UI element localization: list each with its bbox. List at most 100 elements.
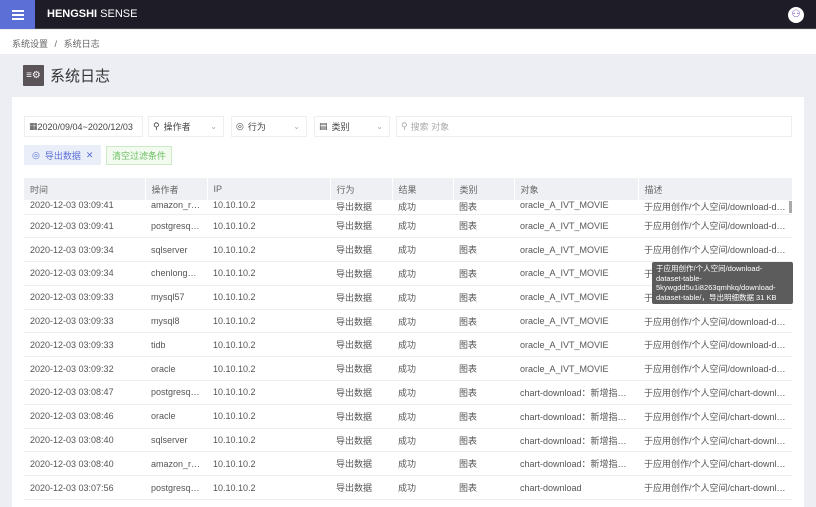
table-cell: 成功 bbox=[392, 285, 453, 310]
brand-logo: HENGSHI SENSE bbox=[47, 8, 138, 20]
action-icon: ◎ bbox=[236, 121, 244, 131]
chevron-down-icon: ⌄ bbox=[293, 122, 300, 131]
operator-select[interactable]: ⚲ 操作者 ⌄ bbox=[148, 116, 224, 137]
table-cell: 于应用创作/个人空间/download-data... bbox=[638, 214, 792, 239]
table-cell: 导出数据 bbox=[330, 404, 392, 429]
table-cell: oracle_A_IVT_MOVIE bbox=[514, 214, 638, 239]
table-cell: 10.10.10.2 bbox=[207, 237, 330, 263]
table-row[interactable]: 2020-12-03 03:08:47 postgresql10 10.10.10.… bbox=[24, 380, 792, 405]
chevron-down-icon: ⌄ bbox=[376, 122, 383, 131]
table-cell: 10.10.10.2 bbox=[207, 332, 330, 358]
table-cell: 于应用创作/个人空间/chart-download... bbox=[638, 404, 792, 429]
table-cell: 图表 bbox=[453, 451, 514, 477]
table-cell: postgresql10 bbox=[145, 380, 207, 405]
table-cell: 于应用创作/个人空间/download-data... bbox=[638, 332, 792, 358]
search-input[interactable]: ⚲ 搜索 对象 bbox=[396, 116, 792, 137]
table-row[interactable]: 2020-12-03 03:09:41 postgresql10 10.10.10.… bbox=[24, 214, 792, 239]
table-cell: 导出数据 bbox=[330, 261, 392, 286]
table-cell: 成功 bbox=[392, 404, 453, 429]
column-header[interactable]: 类别 bbox=[453, 178, 515, 200]
table-cell: 导出数据 bbox=[330, 380, 392, 405]
table-cell: chart-download：新增指标... bbox=[514, 380, 638, 405]
scrollbar[interactable] bbox=[789, 201, 792, 213]
column-header[interactable]: 操作者 bbox=[145, 178, 208, 200]
table-cell: chart-download：新增指标... bbox=[514, 428, 638, 453]
category-select[interactable]: ▤ 类别 ⌄ bbox=[314, 116, 390, 137]
table-cell: 图表 bbox=[453, 309, 514, 334]
search-icon: ⚲ bbox=[401, 121, 408, 131]
table-cell: 导出数据 bbox=[330, 451, 392, 477]
table-cell: 成功 bbox=[392, 380, 453, 405]
clear-filters-button[interactable]: 清空过滤条件 bbox=[106, 146, 173, 165]
table-cell: oracle_A_IVT_MOVIE bbox=[514, 261, 638, 286]
table-row[interactable]: 2020-12-03 03:08:46 oracle 10.10.10.2 导出数据成… bbox=[24, 404, 792, 429]
table-cell: oracle bbox=[145, 404, 207, 429]
table-cell: 导出数据 bbox=[330, 428, 392, 453]
table-cell: 10.10.10.2 bbox=[207, 380, 330, 405]
column-header[interactable]: 结果 bbox=[392, 178, 454, 200]
table-cell: mysql57 bbox=[145, 285, 207, 310]
table-row[interactable]: 2020-12-03 03:09:41 amazon_red... 10.10.10… bbox=[24, 200, 792, 215]
table-cell: 于应用创作/个人空间/download-data... bbox=[638, 356, 792, 382]
table-cell: 图表 bbox=[453, 261, 514, 286]
table-cell: postgresql10 bbox=[145, 475, 207, 501]
table-cell: 导出数据 bbox=[330, 214, 392, 239]
table-row[interactable]: 2020-12-03 03:07:56 postgresql10 10.10.10.… bbox=[24, 475, 792, 501]
action-select[interactable]: ◎ 行为 ⌄ bbox=[231, 116, 307, 137]
table-cell: 2020-12-03 03:09:33 bbox=[24, 332, 145, 358]
table-cell: chenlong_u... bbox=[145, 261, 207, 286]
breadcrumb-settings[interactable]: 系统设置 bbox=[12, 39, 48, 49]
close-icon[interactable]: ✕ bbox=[86, 150, 94, 161]
table-cell: 10.10.10.2 bbox=[207, 200, 330, 215]
table-cell: 导出数据 bbox=[330, 309, 392, 334]
table-cell: 10.10.10.2 bbox=[207, 285, 330, 310]
column-header[interactable]: 描述 bbox=[638, 178, 793, 200]
table-cell: 于应用创作/个人空间/chart-download... bbox=[638, 475, 792, 501]
table-cell: chart-download：新增指标... bbox=[514, 451, 638, 477]
table-cell: 于应用创作/个人空间/chart-download... bbox=[638, 451, 792, 477]
table-cell: 导出数据 bbox=[330, 332, 392, 358]
table-cell: 2020-12-03 03:09:33 bbox=[24, 285, 145, 310]
menu-button[interactable] bbox=[0, 0, 35, 29]
hamburger-icon bbox=[11, 13, 24, 16]
user-avatar-icon[interactable]: ⚇ bbox=[788, 7, 804, 23]
table-row[interactable]: 2020-12-03 03:08:40 amazon_red... 10.10.10… bbox=[24, 451, 792, 477]
column-header[interactable]: IP bbox=[207, 178, 331, 200]
table-cell: 导出数据 bbox=[330, 200, 392, 215]
user-icon: ⚲ bbox=[153, 121, 160, 131]
column-header[interactable]: 对象 bbox=[514, 178, 639, 200]
table-cell: 成功 bbox=[392, 261, 453, 286]
table-cell: 10.10.10.2 bbox=[207, 475, 330, 501]
page-header: ≡⚙ 系统日志 bbox=[23, 65, 110, 86]
category-icon: ▤ bbox=[319, 121, 328, 131]
table-cell: 成功 bbox=[392, 428, 453, 453]
table-row[interactable]: 2020-12-03 03:09:33 tidb 10.10.10.2 导出数据 成功图… bbox=[24, 332, 792, 358]
table-cell: 10.10.10.2 bbox=[207, 309, 330, 334]
table-cell: 2020-12-03 03:08:40 bbox=[24, 451, 145, 477]
table-cell: oracle_A_IVT_MOVIE bbox=[514, 356, 638, 382]
table-cell: 2020-12-03 03:08:40 bbox=[24, 428, 145, 453]
table-row[interactable]: 2020-12-03 03:09:33 mysql8 10.10.10.2 导出数据成… bbox=[24, 309, 792, 334]
table-cell: 10.10.10.2 bbox=[207, 404, 330, 429]
table-cell: 成功 bbox=[392, 475, 453, 501]
column-header[interactable]: 时间 bbox=[24, 178, 146, 200]
table-cell: 10.10.10.2 bbox=[207, 356, 330, 382]
table-row[interactable]: 2020-12-03 03:09:34 sqlserver 10.10.10.2 导出… bbox=[24, 237, 792, 263]
table-cell: oracle_A_IVT_MOVIE bbox=[514, 285, 638, 310]
table-cell: 2020-12-03 03:09:34 bbox=[24, 261, 145, 286]
column-header[interactable]: 行为 bbox=[330, 178, 393, 200]
table-cell: 2020-12-03 03:09:41 bbox=[24, 200, 145, 215]
table-cell: 于应用创作/个人空间/chart-download... bbox=[638, 380, 792, 405]
top-bar: HENGSHI SENSE ⚇ bbox=[0, 0, 816, 29]
date-range-picker[interactable]: ▦ 2020/09/04~2020/12/03 bbox=[24, 116, 143, 137]
table-cell: chart-download bbox=[514, 475, 638, 501]
table-cell: 成功 bbox=[392, 200, 453, 215]
table-cell: 图表 bbox=[453, 356, 514, 382]
table-cell: 图表 bbox=[453, 404, 514, 429]
table-cell: 图表 bbox=[453, 200, 514, 215]
table-row[interactable]: 2020-12-03 03:08:40 sqlserver 10.10.10.2 导出… bbox=[24, 428, 792, 453]
table-cell: 10.10.10.2 bbox=[207, 428, 330, 453]
table-cell: 2020-12-03 03:08:46 bbox=[24, 404, 145, 429]
table-cell: 成功 bbox=[392, 356, 453, 382]
table-row[interactable]: 2020-12-03 03:09:32 oracle 10.10.10.2 导出数据成… bbox=[24, 356, 792, 382]
